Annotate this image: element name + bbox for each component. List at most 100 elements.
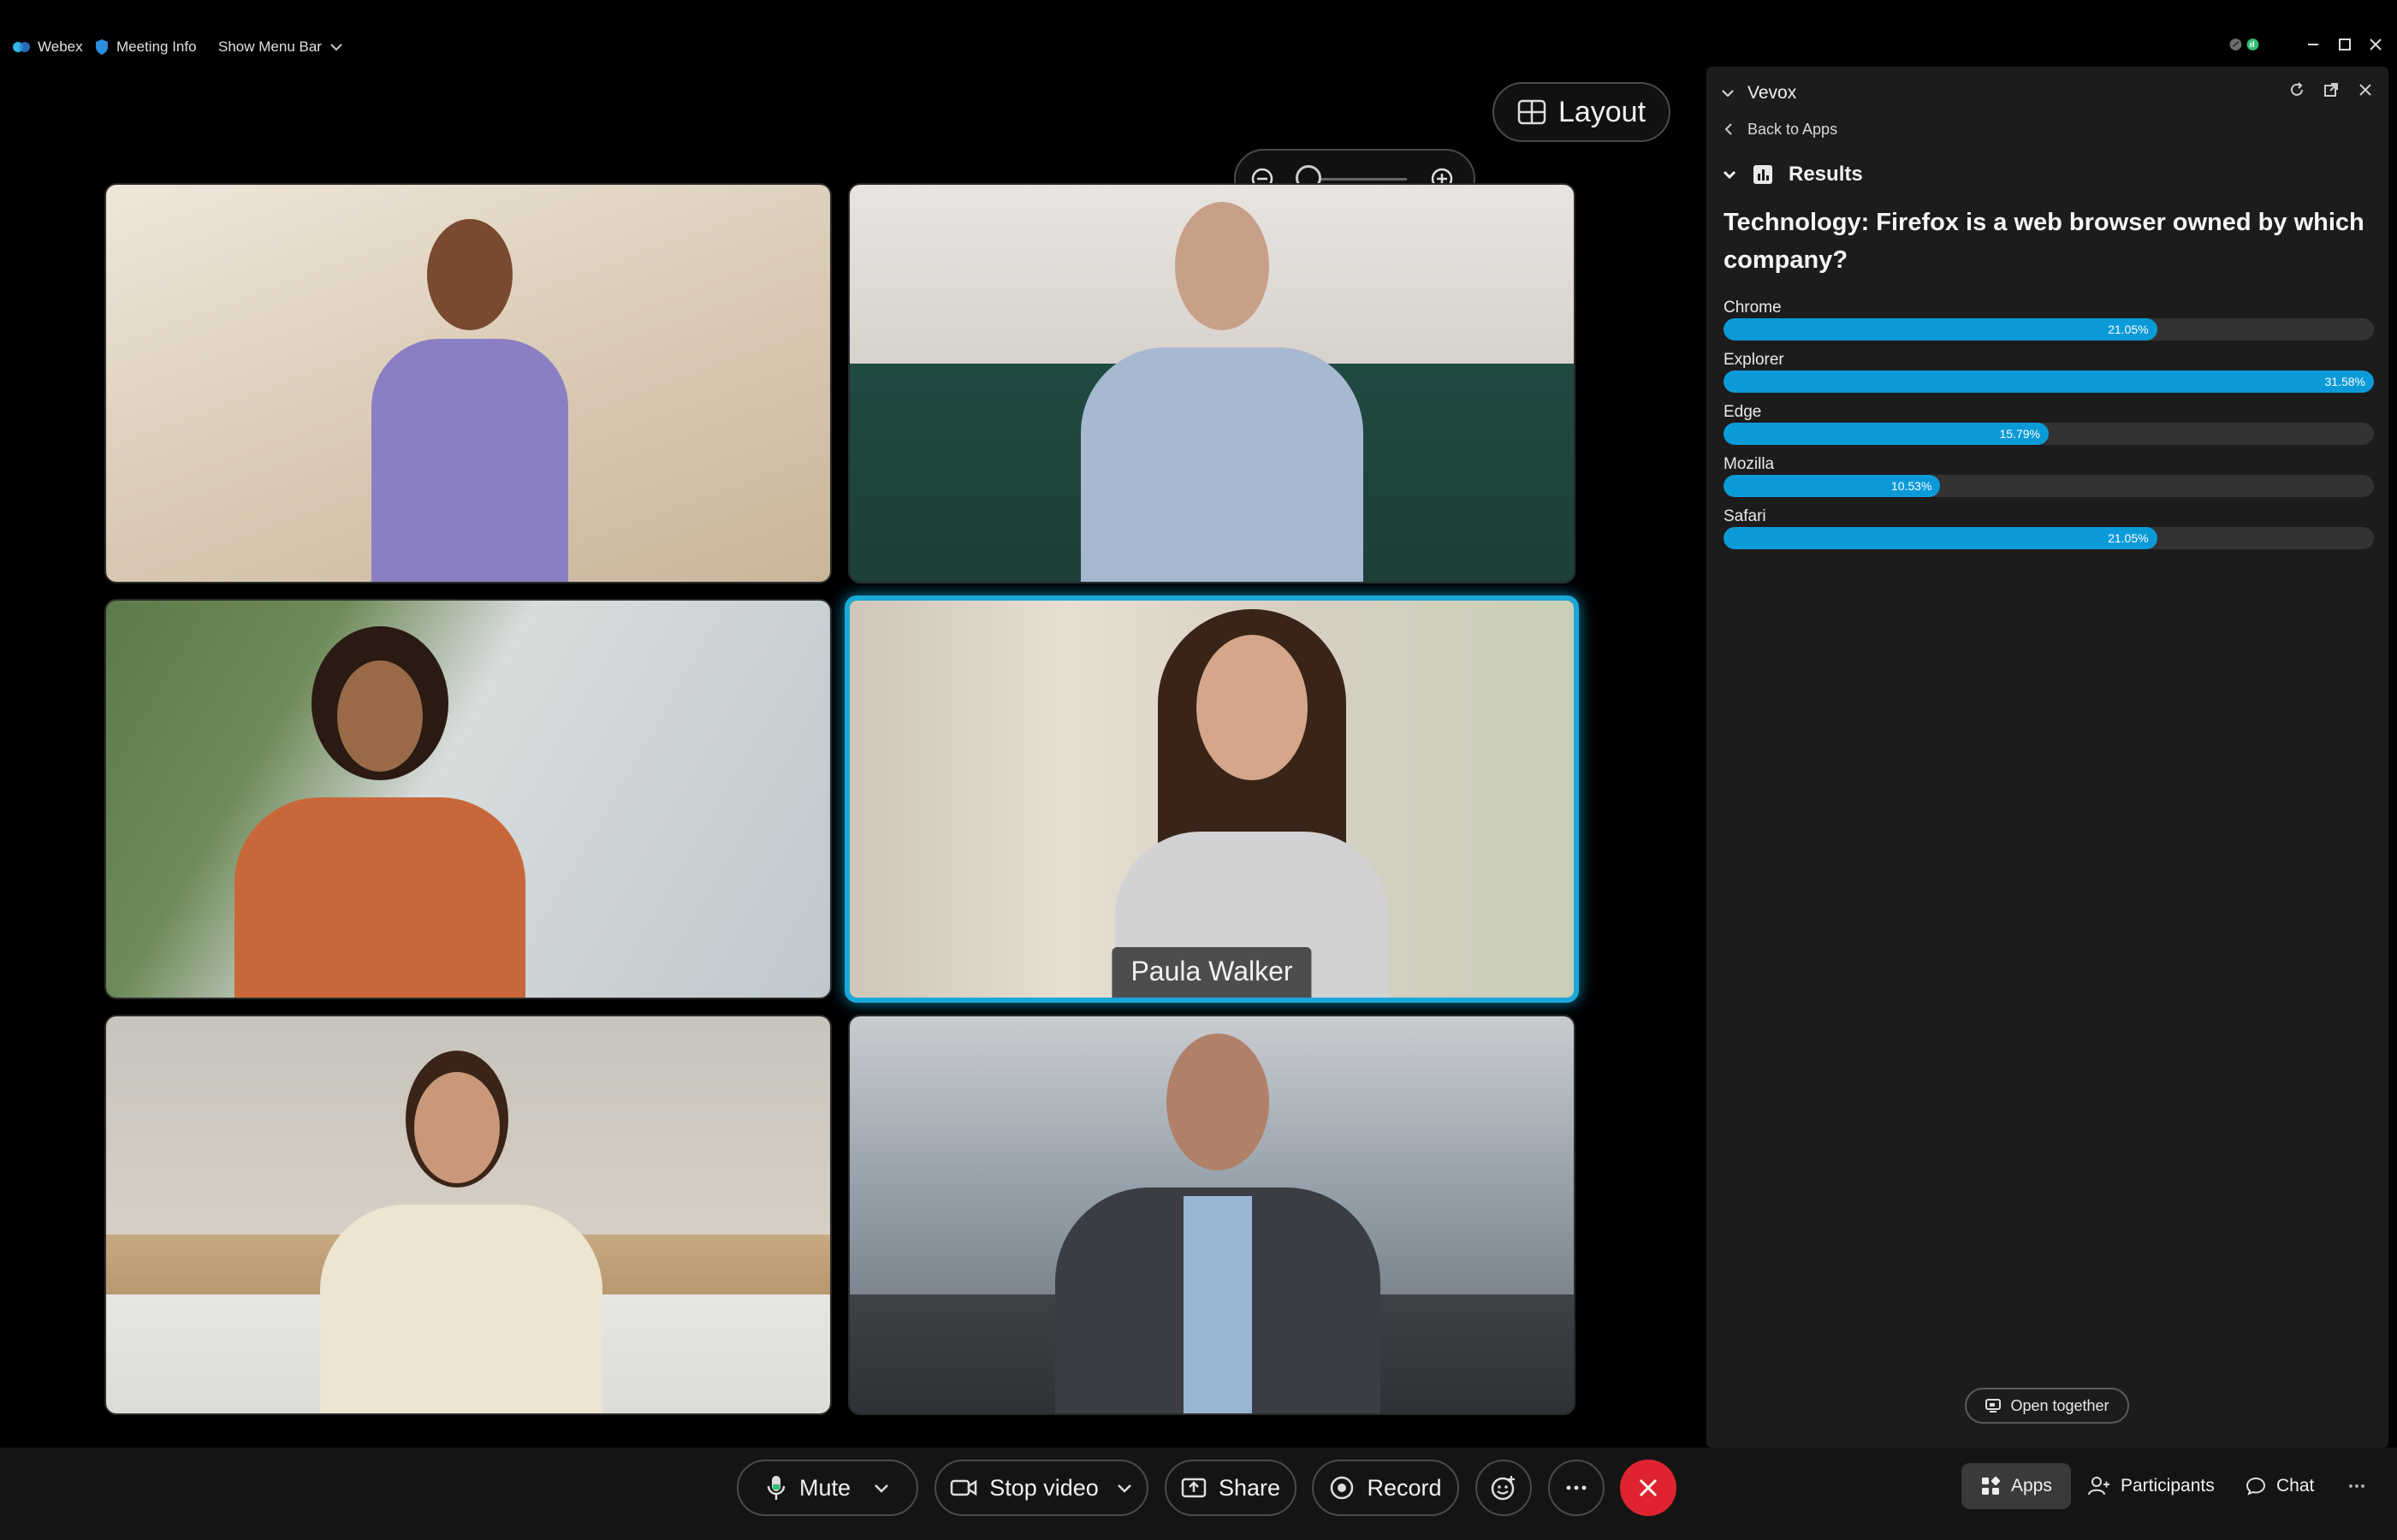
end-call-button[interactable] [1620,1460,1676,1516]
participant-figure [1081,202,1363,582]
poll-option-label: Safari [1724,507,1766,525]
shield-icon [96,39,108,55]
poll-bar-fill: 15.79% [1724,423,2049,445]
webex-menu[interactable]: Webex [12,34,83,60]
poll-bar-fill: 31.58% [1724,370,2374,393]
meeting-controls-bar: Mute Stop video Share Record Apps Partic… [0,1448,2397,1540]
apps-grid-icon [1982,1476,2001,1495]
smiley-icon [1491,1476,1515,1501]
apps-label: Apps [2011,1476,2052,1496]
chat-button[interactable]: Chat [2246,1463,2314,1509]
video-tile[interactable] [848,1015,1575,1415]
poll-bar-fill: 10.53% [1724,475,1941,497]
chevron-down-icon[interactable] [873,1482,890,1494]
share-screen-icon [1985,1399,2002,1413]
record-icon [1331,1476,1354,1500]
vevox-panel: Vevox Back to Apps Results Technology: F… [1706,67,2388,1448]
layout-grid-icon [1517,99,1546,125]
chat-label: Chat [2276,1476,2315,1496]
poll-option: Explorer 31.58% [1724,350,2374,402]
results-label: Results [1789,163,1863,186]
minimize-icon [2308,44,2318,45]
participant-figure [1107,609,1397,998]
app-name: Webex [38,38,83,55]
more-options-button[interactable] [1548,1460,1605,1516]
poll-bar-track: 10.53% [1724,475,2374,497]
more-panels-button[interactable] [2348,1463,2365,1509]
poll-option: Safari 21.05% [1724,506,2374,559]
poll-bar-track: 21.05% [1724,527,2374,549]
stop-video-button[interactable]: Stop video [934,1460,1148,1516]
video-tile[interactable] [104,183,832,583]
poll-results: Chrome 21.05% Explorer 31.58% Edge 15.79% Mozi… [1724,298,2374,559]
share-button[interactable]: Share [1165,1460,1296,1516]
participant-figure [371,219,568,582]
poll-bar-track: 31.58% [1724,370,2374,393]
show-menu-bar-button[interactable]: Show Menu Bar [218,34,351,60]
maximize-button[interactable] [2328,29,2362,60]
back-to-apps-link[interactable]: Back to Apps [1724,115,1837,144]
participant-figure [234,626,525,998]
close-panel-icon[interactable] [2354,79,2376,101]
title-bar: Webex Meeting Info Show Menu Bar [0,0,2397,67]
mute-button[interactable]: Mute [737,1460,918,1516]
video-tile[interactable] [104,1015,832,1415]
poll-bar-fill: 21.05% [1724,527,2157,549]
poll-option: Edge 15.79% [1724,402,2374,454]
bar-chart-icon [1753,165,1772,184]
poll-percent-label: 21.05% [2108,531,2149,545]
video-stage: Layout Paula Walker [0,67,1703,1446]
minimize-button[interactable] [2296,29,2330,60]
webex-logo-icon [13,42,30,52]
participant-name-tag: Paula Walker [1112,947,1312,998]
poll-question: Technology: Firefox is a web browser own… [1724,209,2364,274]
video-tile[interactable] [104,599,832,999]
participants-icon [2088,1477,2109,1496]
close-window-button[interactable] [2358,29,2393,60]
poll-option: Chrome 21.05% [1724,298,2374,350]
participants-label: Participants [2121,1476,2215,1496]
stop-video-label: Stop video [989,1474,1099,1501]
participant-figure [320,1051,602,1413]
open-together-label: Open together [2010,1396,2109,1414]
apps-button[interactable]: Apps [1961,1463,2071,1509]
refresh-icon[interactable] [2286,79,2308,101]
participants-button[interactable]: Participants [2088,1463,2215,1509]
participant-figure [1055,1034,1380,1413]
poll-percent-label: 15.79% [1999,427,2040,441]
active-speaker-tile[interactable]: Paula Walker [845,595,1579,1003]
results-section-header[interactable]: Results [1722,157,1863,192]
poll-option-label: Edge [1724,403,1762,421]
open-together-button[interactable]: Open together [1965,1388,2129,1424]
poll-option-label: Explorer [1724,351,1784,369]
layout-label: Layout [1557,95,1646,128]
chat-icon [2246,1477,2266,1496]
panel-header[interactable]: Vevox [1720,79,1796,108]
poll-bar-fill: 21.05% [1724,318,2157,341]
poll-percent-label: 31.58% [2324,375,2365,388]
poll-option-label: Chrome [1724,299,1782,317]
status-icons [2229,38,2259,50]
close-icon [2370,38,2382,50]
share-label: Share [1218,1474,1281,1501]
meeting-info-button[interactable]: Meeting Info [94,34,197,60]
poll-bar-track: 21.05% [1724,318,2374,341]
pop-out-icon[interactable] [2320,79,2342,101]
chevron-down-icon[interactable] [1116,1482,1133,1494]
status-indicator-icon[interactable] [2228,29,2263,60]
microphone-icon [767,1476,786,1500]
chevron-down-icon [330,44,342,51]
panel-header-actions [2286,79,2376,101]
chevron-left-icon [1724,123,1732,135]
panel-title: Vevox [1747,83,1797,103]
poll-option-label: Mozilla [1724,455,1775,473]
chevron-down-icon[interactable] [1720,87,1735,99]
maximize-icon [2339,38,2351,50]
layout-button[interactable]: Layout [1492,82,1670,142]
video-camera-icon [950,1479,977,1496]
meeting-info-label: Meeting Info [116,38,197,55]
caret-down-icon[interactable] [1722,169,1737,181]
video-tile[interactable] [848,183,1575,583]
record-button[interactable]: Record [1312,1460,1459,1516]
reactions-button[interactable] [1475,1460,1532,1516]
